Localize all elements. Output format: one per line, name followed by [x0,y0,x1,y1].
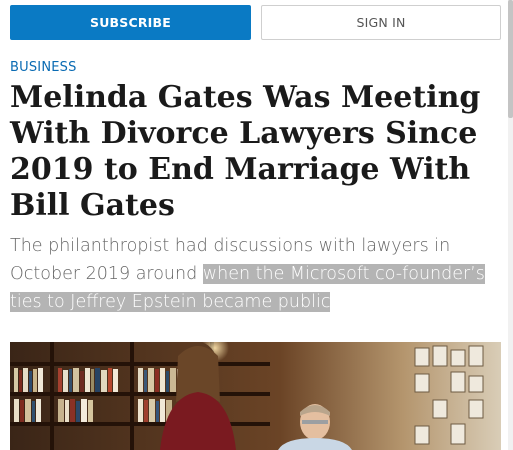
top-bar: SUBSCRIBE SIGN IN [0,0,513,48]
photo-illustration [10,342,501,450]
subscribe-button[interactable]: SUBSCRIBE [10,5,251,40]
section-label[interactable]: BUSINESS [10,60,77,75]
article-dek: The philanthropist had discussions with … [10,232,506,316]
sign-in-button[interactable]: SIGN IN [261,5,501,40]
article-photo [10,342,501,450]
article-headline: Melinda Gates Was Meeting With Divorce L… [10,80,481,223]
scrollbar[interactable] [508,0,513,450]
scrollbar-thumb[interactable] [508,0,513,118]
